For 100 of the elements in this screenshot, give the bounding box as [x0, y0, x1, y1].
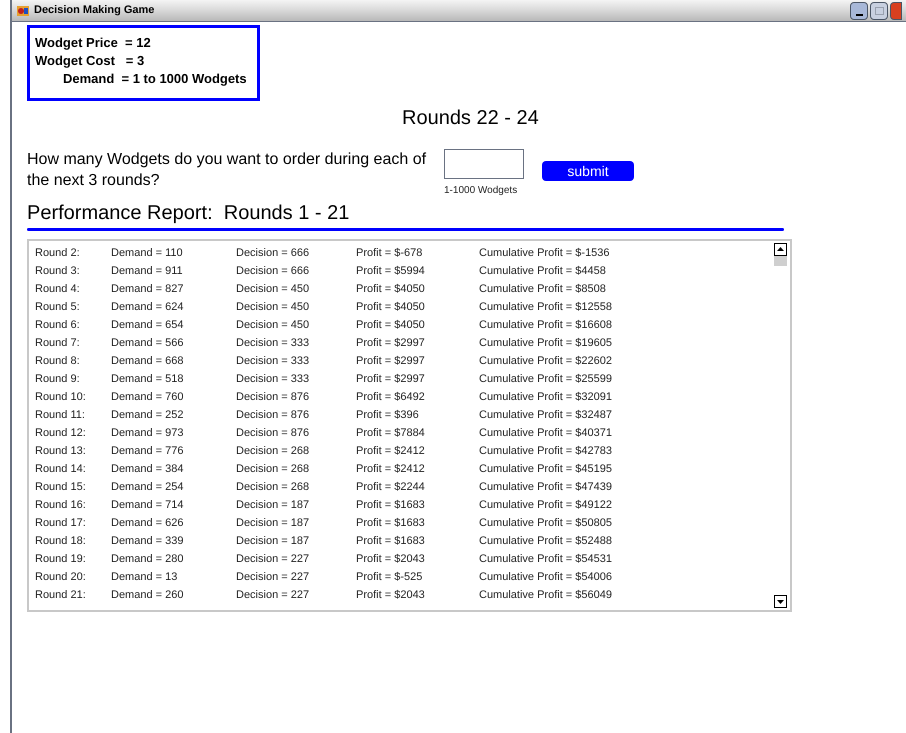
decision-value: Decision = 876 — [236, 390, 310, 405]
decision-value: Decision = 450 — [236, 300, 310, 315]
round-label: Round 3: — [35, 264, 81, 279]
decision-value: Decision = 666 — [236, 246, 310, 261]
round-label: Round 2: — [35, 246, 81, 261]
demand-value: Demand = 626 — [111, 516, 184, 531]
round-label: Round 21: — [35, 588, 87, 603]
rounds-heading: Rounds 22 - 24 — [402, 106, 539, 130]
profit-value: Profit = $2997 — [356, 354, 426, 369]
cumulative-value: Cumulative Profit = $-1536 — [479, 246, 610, 261]
parameter-text: Wodget Cost = 3 — [35, 52, 146, 70]
decision-value: Decision = 227 — [236, 552, 310, 567]
cumulative-value: Cumulative Profit = $52488 — [479, 534, 612, 549]
cumulative-value: Cumulative Profit = $45195 — [479, 462, 612, 477]
round-label: Round 5: — [35, 300, 81, 315]
cumulative-value: Cumulative Profit = $47439 — [479, 480, 612, 495]
report-title: Performance Report: Rounds 1 - 21 — [27, 201, 350, 226]
demand-value: Demand = 776 — [111, 444, 184, 459]
profit-value: Profit = $2043 — [356, 552, 426, 567]
decision-value: Decision = 268 — [236, 480, 310, 495]
round-label: Round 4: — [35, 282, 81, 297]
demand-value: Demand = 827 — [111, 282, 184, 297]
round-label: Round 15: — [35, 480, 87, 495]
demand-value: Demand = 280 — [111, 552, 184, 567]
round-label: Round 9: — [35, 372, 81, 387]
demand-value: Demand = 13 — [111, 570, 178, 585]
round-label: Round 10: — [35, 390, 87, 405]
cumulative-value: Cumulative Profit = $56049 — [479, 588, 612, 603]
scroll-thumb[interactable] — [774, 256, 787, 266]
profit-value: Profit = $4050 — [356, 282, 426, 297]
profit-value: Profit = $1683 — [356, 534, 426, 549]
round-label: Round 13: — [35, 444, 87, 459]
demand-value: Demand = 384 — [111, 462, 184, 477]
round-label: Round 8: — [35, 354, 81, 369]
demand-value: Demand = 911 — [111, 264, 184, 279]
demand-value: Demand = 518 — [111, 372, 184, 387]
demand-value: Demand = 252 — [111, 408, 184, 423]
app-icon — [16, 4, 30, 18]
scroll-up-icon[interactable] — [774, 243, 787, 256]
cumulative-value: Cumulative Profit = $32091 — [479, 390, 612, 405]
demand-value: Demand = 566 — [111, 336, 184, 351]
scroll-down-icon[interactable] — [774, 595, 787, 608]
profit-value: Profit = $2412 — [356, 462, 426, 477]
round-label: Round 20: — [35, 570, 87, 585]
submit-button[interactable]: submit — [542, 161, 634, 181]
decision-value: Decision = 187 — [236, 534, 310, 549]
decision-value: Decision = 333 — [236, 336, 310, 351]
profit-value: Profit = $2412 — [356, 444, 426, 459]
demand-value: Demand = 339 — [111, 534, 184, 549]
cumulative-value: Cumulative Profit = $12558 — [479, 300, 612, 315]
profit-value: Profit = $-525 — [356, 570, 424, 585]
question-text: How many Wodgets do you want to order during each of the next 3 rounds? — [27, 150, 427, 191]
decision-value: Decision = 187 — [236, 498, 310, 513]
demand-value: Demand = 668 — [111, 354, 184, 369]
cumulative-value: Cumulative Profit = $22602 — [479, 354, 612, 369]
decision-value: Decision = 666 — [236, 264, 310, 279]
window-title: Decision Making Game — [34, 3, 154, 18]
round-label: Round 18: — [35, 534, 87, 549]
profit-value: Profit = $2997 — [356, 372, 426, 387]
decision-value: Decision = 227 — [236, 588, 310, 603]
demand-value: Demand = 624 — [111, 300, 184, 315]
cumulative-value: Cumulative Profit = $50805 — [479, 516, 612, 531]
profit-value: Profit = $2997 — [356, 336, 426, 351]
minimize-button[interactable] — [850, 2, 868, 20]
cumulative-value: Cumulative Profit = $19605 — [479, 336, 612, 351]
decision-value: Decision = 876 — [236, 408, 310, 423]
profit-value: Profit = $1683 — [356, 516, 426, 531]
profit-value: Profit = $-678 — [356, 246, 424, 261]
cumulative-value: Cumulative Profit = $54531 — [479, 552, 612, 567]
profit-value: Profit = $396 — [356, 408, 420, 423]
round-label: Round 6: — [35, 318, 81, 333]
order-field[interactable] — [444, 149, 524, 179]
profit-value: Profit = $6492 — [356, 390, 426, 405]
decision-value: Decision = 333 — [236, 354, 310, 369]
profit-value: Profit = $5994 — [356, 264, 426, 279]
cumulative-value: Cumulative Profit = $25599 — [479, 372, 612, 387]
demand-value: Demand = 714 — [111, 498, 184, 513]
decision-value: Decision = 268 — [236, 444, 310, 459]
cumulative-value: Cumulative Profit = $54006 — [479, 570, 612, 585]
profit-value: Profit = $1683 — [356, 498, 426, 513]
decision-value: Decision = 876 — [236, 426, 310, 441]
profit-value: Profit = $2043 — [356, 588, 426, 603]
decision-value: Decision = 333 — [236, 372, 310, 387]
cumulative-value: Cumulative Profit = $8508 — [479, 282, 606, 297]
round-label: Round 17: — [35, 516, 87, 531]
close-button[interactable] — [890, 2, 902, 20]
decision-value: Decision = 450 — [236, 282, 310, 297]
profit-value: Profit = $7884 — [356, 426, 426, 441]
round-label: Round 12: — [35, 426, 87, 441]
decision-value: Decision = 227 — [236, 570, 310, 585]
demand-value: Demand = 110 — [111, 246, 184, 261]
round-label: Round 14: — [35, 462, 87, 477]
cumulative-value: Cumulative Profit = $49122 — [479, 498, 612, 513]
profit-value: Profit = $4050 — [356, 300, 426, 315]
order-hint: 1-1000 Wodgets — [444, 184, 518, 198]
round-label: Round 11: — [35, 408, 86, 423]
maximize-button[interactable] — [870, 2, 888, 20]
decision-value: Decision = 268 — [236, 462, 310, 477]
round-label: Round 19: — [35, 552, 87, 567]
parameter-text: Demand = 1 to 1000 Wodgets — [62, 70, 247, 88]
